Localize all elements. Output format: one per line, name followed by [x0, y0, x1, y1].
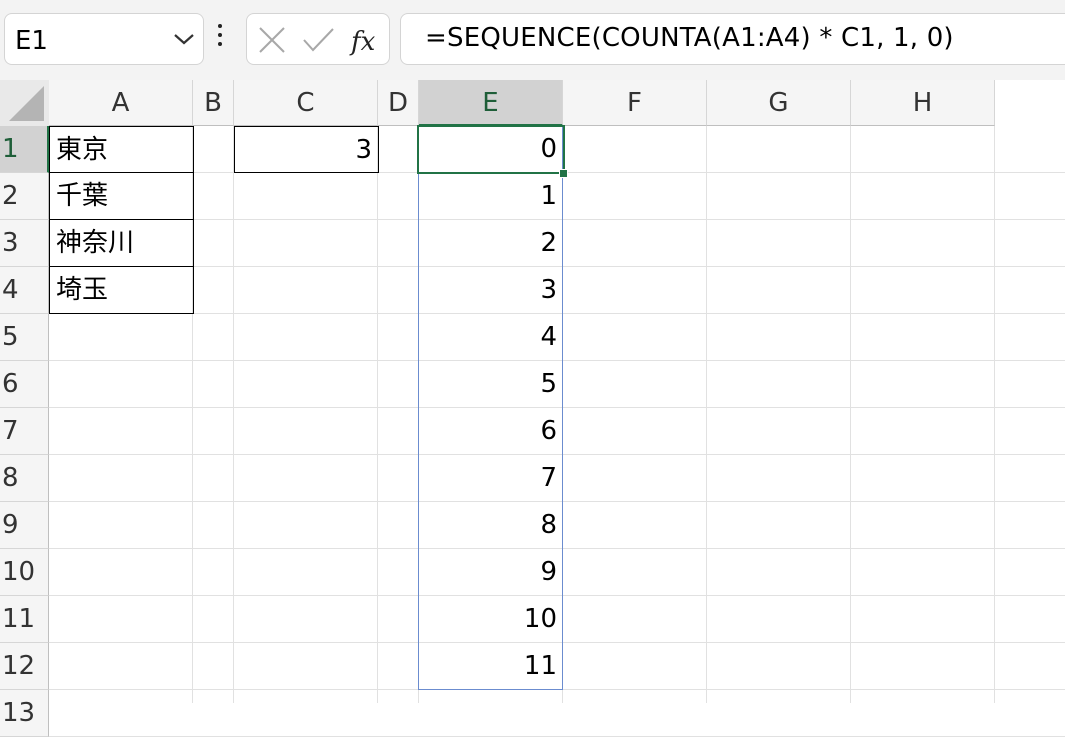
formula-actions: fx [246, 13, 390, 65]
gridline-col [706, 126, 707, 703]
formula-input[interactable]: =SEQUENCE(COUNTA(A1:A4) * C1, 1, 0) [400, 13, 1065, 65]
gridline-col [850, 126, 851, 703]
column-header-c[interactable]: C [234, 80, 378, 126]
cell-e11[interactable]: 10 [419, 596, 563, 643]
row-header-3[interactable]: 3 [0, 220, 49, 267]
cell-e8[interactable]: 7 [419, 455, 563, 502]
column-header-h[interactable]: H [851, 80, 995, 126]
cell-e10[interactable]: 9 [419, 549, 563, 596]
formula-bar: E1 fx =SEQUENCE(COUNTA(A1:A4) * C1, 1, 0… [0, 0, 1065, 80]
cell-a4[interactable]: 埼玉 [49, 266, 194, 314]
row-header-12[interactable]: 12 [0, 643, 49, 690]
fill-handle[interactable] [559, 169, 568, 178]
cell-a2[interactable]: 千葉 [49, 172, 194, 220]
column-header-g[interactable]: G [707, 80, 851, 126]
cell-e6[interactable]: 5 [419, 361, 563, 408]
row-header-10[interactable]: 10 [0, 549, 49, 596]
cell-a1[interactable]: 東京 [49, 126, 194, 173]
column-header-a[interactable]: A [49, 80, 193, 126]
cancel-icon[interactable] [255, 24, 289, 56]
name-box[interactable]: E1 [4, 13, 204, 65]
select-all-corner[interactable] [0, 80, 49, 126]
cell-e12[interactable]: 11 [419, 643, 563, 690]
row-header-7[interactable]: 7 [0, 408, 49, 455]
name-box-value: E1 [15, 26, 48, 56]
gridline-col [994, 126, 995, 703]
cell-c1[interactable]: 3 [234, 126, 379, 173]
chevron-down-icon[interactable] [173, 31, 195, 47]
cell-a3[interactable]: 神奈川 [49, 219, 194, 267]
spreadsheet-grid: A B C D E F G H 1 2 3 4 5 6 7 8 9 10 11 12 13 東京 千葉 神奈川 埼玉 3 0 1 2 3 4… [0, 80, 1065, 737]
cell-e2[interactable]: 1 [419, 173, 563, 220]
cell-e9[interactable]: 8 [419, 502, 563, 549]
insert-function-icon[interactable]: fx [349, 24, 383, 56]
row-header-5[interactable]: 5 [0, 314, 49, 361]
more-options-icon[interactable] [216, 24, 224, 54]
cell-e4[interactable]: 3 [419, 267, 563, 314]
cell-e7[interactable]: 6 [419, 408, 563, 455]
gridline-col [233, 126, 234, 703]
row-header-8[interactable]: 8 [0, 455, 49, 502]
row-header-2[interactable]: 2 [0, 173, 49, 220]
enter-icon[interactable] [301, 24, 335, 56]
select-all-triangle-icon [9, 86, 44, 121]
row-header-4[interactable]: 4 [0, 267, 49, 314]
column-header-d[interactable]: D [378, 80, 419, 126]
svg-text:fx: fx [349, 27, 376, 56]
row-header-1[interactable]: 1 [0, 126, 49, 173]
gridline-col [377, 126, 378, 703]
row-header-13[interactable]: 13 [0, 690, 49, 737]
column-header-b[interactable]: B [193, 80, 234, 126]
cell-e3[interactable]: 2 [419, 220, 563, 267]
active-cell-border [417, 125, 565, 174]
row-header-9[interactable]: 9 [0, 502, 49, 549]
row-header-6[interactable]: 6 [0, 361, 49, 408]
column-header-e[interactable]: E [419, 80, 563, 126]
cell-e5[interactable]: 4 [419, 314, 563, 361]
row-header-11[interactable]: 11 [0, 596, 49, 643]
column-header-f[interactable]: F [563, 80, 707, 126]
formula-text: =SEQUENCE(COUNTA(A1:A4) * C1, 1, 0) [425, 23, 954, 53]
